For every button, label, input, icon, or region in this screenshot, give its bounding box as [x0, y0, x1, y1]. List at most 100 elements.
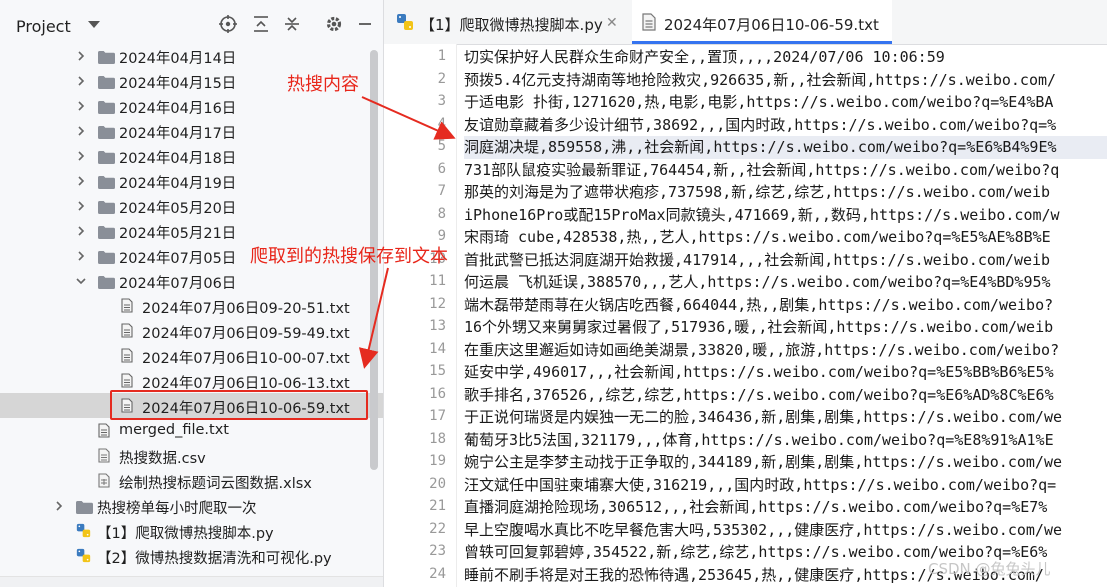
code-line[interactable]: 宋雨琦 cube,428538,热,,艺人,https://s.weibo.co…: [464, 226, 1107, 249]
line-number: 2: [437, 70, 446, 87]
bottom-strip: [0, 576, 383, 587]
chevron-right-icon[interactable]: [52, 498, 66, 512]
tree-folder[interactable]: 2024年05月20日: [0, 193, 383, 218]
line-number: 18: [429, 430, 446, 447]
tree-item-label: 2024年04月17日: [119, 126, 237, 142]
tree-file[interactable]: 2024年07月06日09-59-49.txt: [0, 318, 383, 343]
gutter-separator: [456, 44, 457, 587]
line-number: 17: [429, 408, 446, 424]
folder-icon: [98, 49, 115, 64]
tree-file[interactable]: 【1】爬取微博热搜脚本.py: [0, 518, 383, 543]
code-line[interactable]: 早上空腹喝水真比不吃早餐危害大吗,535302,,,健康医疗,https://s…: [464, 519, 1107, 542]
tree-folder[interactable]: 热搜榜单每小时爬取一次: [0, 493, 383, 518]
tree-folder[interactable]: 2024年04月17日: [0, 118, 383, 143]
python-icon: [76, 548, 91, 563]
code-line[interactable]: 切实保护好人民群众生命财产安全,,置顶,,,,2024/07/06 10:06:…: [464, 46, 1107, 69]
code-line[interactable]: 端木磊带楚雨荨在火锅店吃西餐,664044,热,,剧集,https://s.we…: [464, 294, 1107, 317]
line-number: 16: [429, 385, 446, 402]
line-number: 7: [437, 183, 446, 199]
tab-label: 【1】爬取微博热搜脚本.py: [420, 16, 603, 34]
minimize-icon[interactable]: [355, 14, 375, 34]
code-line[interactable]: 预拨5.4亿元支持湖南等地抢险救灾,926635,新,,社会新闻,https:/…: [464, 69, 1107, 92]
code-view[interactable]: 切实保护好人民群众生命财产安全,,置顶,,,,2024/07/06 10:06:…: [464, 44, 1107, 587]
python-icon: [76, 523, 91, 538]
code-line[interactable]: 婉宁公主是李梦主动找于正争取的,344189,新,剧集,剧集,https://s…: [464, 451, 1107, 474]
code-line[interactable]: 何运晨 飞机延误,388570,,,艺人,https://s.weibo.com…: [464, 271, 1107, 294]
code-line[interactable]: 那英的刘海是为了遮带状疱疹,737598,新,综艺,综艺,https://s.w…: [464, 181, 1107, 204]
tree-item-label: 2024年05月20日: [119, 201, 237, 217]
collapse-all-icon[interactable]: [282, 14, 302, 34]
chevron-down-icon[interactable]: [74, 273, 88, 287]
folder-icon: [98, 99, 115, 114]
python-icon: [396, 13, 414, 35]
chevron-right-icon[interactable]: [74, 48, 88, 62]
tree-folder[interactable]: 2024年04月19日: [0, 168, 383, 193]
code-line[interactable]: 首批武警已抵达洞庭湖开始救援,417914,,,社会新闻,https://s.w…: [464, 249, 1107, 272]
selection-highlight-box: [110, 390, 368, 420]
project-panel-title[interactable]: Project: [16, 17, 71, 36]
close-icon[interactable]: ✕: [606, 15, 618, 31]
tree-file[interactable]: 2024年07月06日09-20-51.txt: [0, 293, 383, 318]
code-line[interactable]: iPhone16Pro或配15ProMax同款镜头,471669,新,,数码,h…: [464, 204, 1107, 227]
line-number: 23: [429, 543, 446, 559]
tree-item-label: 2024年07月06日10-00-07.txt: [142, 351, 350, 367]
code-line[interactable]: 葡萄牙3比5法国,321179,,,体育,https://s.weibo.com…: [464, 429, 1107, 452]
folder-icon: [98, 74, 115, 89]
gear-icon[interactable]: [324, 14, 344, 34]
line-number: 4: [437, 115, 446, 132]
code-line[interactable]: 友谊勋章藏着多少设计细节,38692,,,国内时政,https://s.weib…: [464, 114, 1107, 137]
tree-item-label: 【2】微博热搜数据清洗和可视化.py: [97, 551, 332, 567]
editor-area: 【1】爬取微博热搜脚本.py ✕ 2024年07月06日10-06-59.txt…: [384, 0, 1107, 587]
tree-folder[interactable]: 2024年04月18日: [0, 143, 383, 168]
line-number: 5: [437, 138, 446, 154]
chevron-right-icon[interactable]: [74, 223, 88, 237]
chevron-right-icon[interactable]: [74, 123, 88, 137]
chevron-down-icon[interactable]: [88, 21, 100, 28]
code-line[interactable]: 731部队鼠疫实验最新罪证,764454,新,,社会新闻,https://s.w…: [464, 159, 1107, 182]
tab-text-file[interactable]: 2024年07月06日10-06-59.txt: [632, 0, 892, 44]
chevron-right-icon[interactable]: [74, 73, 88, 87]
code-line[interactable]: 延安中学,496017,,,社会新闻,https://s.weibo.com/w…: [464, 361, 1107, 384]
tab-python-script[interactable]: 【1】爬取微博热搜脚本.py ✕: [384, 0, 624, 44]
line-number: 1: [437, 48, 446, 64]
folder-icon: [98, 224, 115, 239]
text-file-icon: [121, 348, 133, 363]
folder-icon: [98, 249, 115, 264]
tree-file[interactable]: merged_file.txt: [0, 418, 383, 443]
chevron-right-icon[interactable]: [74, 173, 88, 187]
tree-file[interactable]: 绘制热搜标题词云图数据.xlsx: [0, 468, 383, 493]
code-line[interactable]: 歌手排名,376526,,综艺,综艺,https://s.weibo.com/w…: [464, 384, 1107, 407]
csv-file-icon: [98, 448, 110, 463]
code-line[interactable]: 于适电影 扑街,1271620,热,电影,电影,https://s.weibo.…: [464, 91, 1107, 114]
text-file-icon: [121, 323, 133, 338]
text-file-icon: [98, 423, 110, 438]
code-line[interactable]: 直播洞庭湖抢险现场,306512,,,社会新闻,https://s.weibo.…: [464, 496, 1107, 519]
tab-label: 2024年07月06日10-06-59.txt: [664, 16, 879, 34]
chevron-right-icon[interactable]: [74, 198, 88, 212]
tree-folder[interactable]: 2024年05月21日: [0, 218, 383, 243]
chevron-right-icon[interactable]: [74, 248, 88, 262]
chevron-right-icon[interactable]: [74, 148, 88, 162]
tree-file[interactable]: 2024年07月06日10-00-07.txt: [0, 343, 383, 368]
code-line[interactable]: 16个外甥又来舅舅家过暑假了,517936,暖,,社会新闻,https://s.…: [464, 316, 1107, 339]
chevron-right-icon[interactable]: [74, 98, 88, 112]
tree-folder[interactable]: 2024年07月06日: [0, 268, 383, 293]
tree-item-label: 绘制热搜标题词云图数据.xlsx: [119, 476, 312, 492]
tree-item-label: 热搜榜单每小时爬取一次: [97, 501, 257, 517]
text-file-icon: [642, 13, 656, 35]
line-number: 21: [429, 498, 446, 514]
line-number: 11: [429, 273, 446, 289]
expand-all-icon[interactable]: [251, 14, 271, 34]
code-line[interactable]: 洞庭湖决堤,859558,沸,,社会新闻,https://s.weibo.com…: [464, 136, 1107, 159]
tree-file[interactable]: 【2】微博热搜数据清洗和可视化.py: [0, 543, 383, 568]
line-number: 13: [429, 318, 446, 334]
target-icon[interactable]: [218, 14, 238, 34]
code-line[interactable]: 汪文斌任中国驻柬埔寨大使,316219,,,国内时政,https://s.wei…: [464, 474, 1107, 497]
folder-icon: [98, 149, 115, 164]
line-number: 24: [429, 565, 446, 582]
code-line[interactable]: 于正说何瑞贤是内娱独一无二的脸,346436,新,剧集,剧集,https://s…: [464, 406, 1107, 429]
tree-file[interactable]: 热搜数据.csv: [0, 443, 383, 468]
code-line[interactable]: 在重庆这里邂逅如诗如画绝美湖景,33820,暖,,旅游,https://s.we…: [464, 339, 1107, 362]
tree-folder[interactable]: 2024年04月14日: [0, 43, 383, 68]
tree-folder[interactable]: 2024年04月16日: [0, 93, 383, 118]
